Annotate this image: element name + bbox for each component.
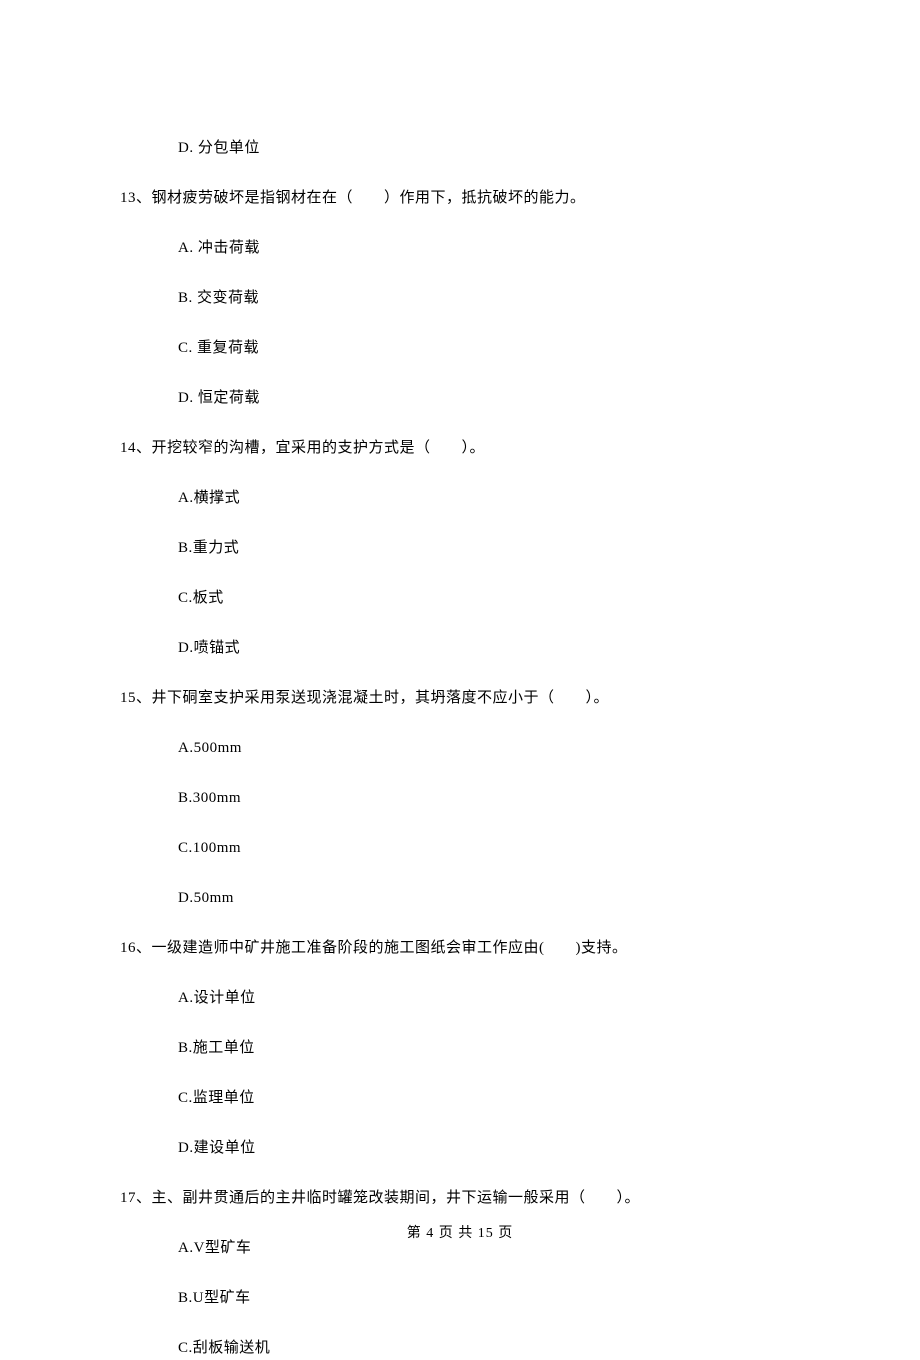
q17-option-c: C.刮板输送机 — [178, 1336, 800, 1360]
q17-option-b: B.U型矿车 — [178, 1286, 800, 1310]
q13-stem: 13、钢材疲劳破坏是指钢材在在（ ）作用下，抵抗破坏的能力。 — [120, 186, 800, 210]
q17-stem: 17、主、副井贯通后的主井临时罐笼改装期间，井下运输一般采用（ ）。 — [120, 1186, 800, 1210]
q15-option-d: D.50mm — [178, 886, 800, 910]
q16-option-d: D.建设单位 — [178, 1136, 800, 1160]
q13-option-b: B. 交变荷载 — [178, 286, 800, 310]
q14-stem: 14、开挖较窄的沟槽，宜采用的支护方式是（ ）。 — [120, 436, 800, 460]
q13-option-c: C. 重复荷载 — [178, 336, 800, 360]
q15-option-c: C.100mm — [178, 836, 800, 860]
page-footer: 第 4 页 共 15 页 — [0, 1222, 920, 1242]
page-content: D. 分包单位 13、钢材疲劳破坏是指钢材在在（ ）作用下，抵抗破坏的能力。 A… — [0, 0, 920, 1360]
q16-stem: 16、一级建造师中矿井施工准备阶段的施工图纸会审工作应由( )支持。 — [120, 936, 800, 960]
q14-option-c: C.板式 — [178, 586, 800, 610]
q13-option-d: D. 恒定荷载 — [178, 386, 800, 410]
q16-option-a: A.设计单位 — [178, 986, 800, 1010]
q15-stem: 15、井下硐室支护采用泵送现浇混凝土时，其坍落度不应小于（ ）。 — [120, 686, 800, 710]
q15-option-b: B.300mm — [178, 786, 800, 810]
q16-option-b: B.施工单位 — [178, 1036, 800, 1060]
q13-option-a: A. 冲击荷载 — [178, 236, 800, 260]
q15-option-a: A.500mm — [178, 736, 800, 760]
q12-option-d: D. 分包单位 — [178, 136, 800, 160]
q14-option-d: D.喷锚式 — [178, 636, 800, 660]
q14-option-a: A.横撑式 — [178, 486, 800, 510]
q16-option-c: C.监理单位 — [178, 1086, 800, 1110]
q14-option-b: B.重力式 — [178, 536, 800, 560]
